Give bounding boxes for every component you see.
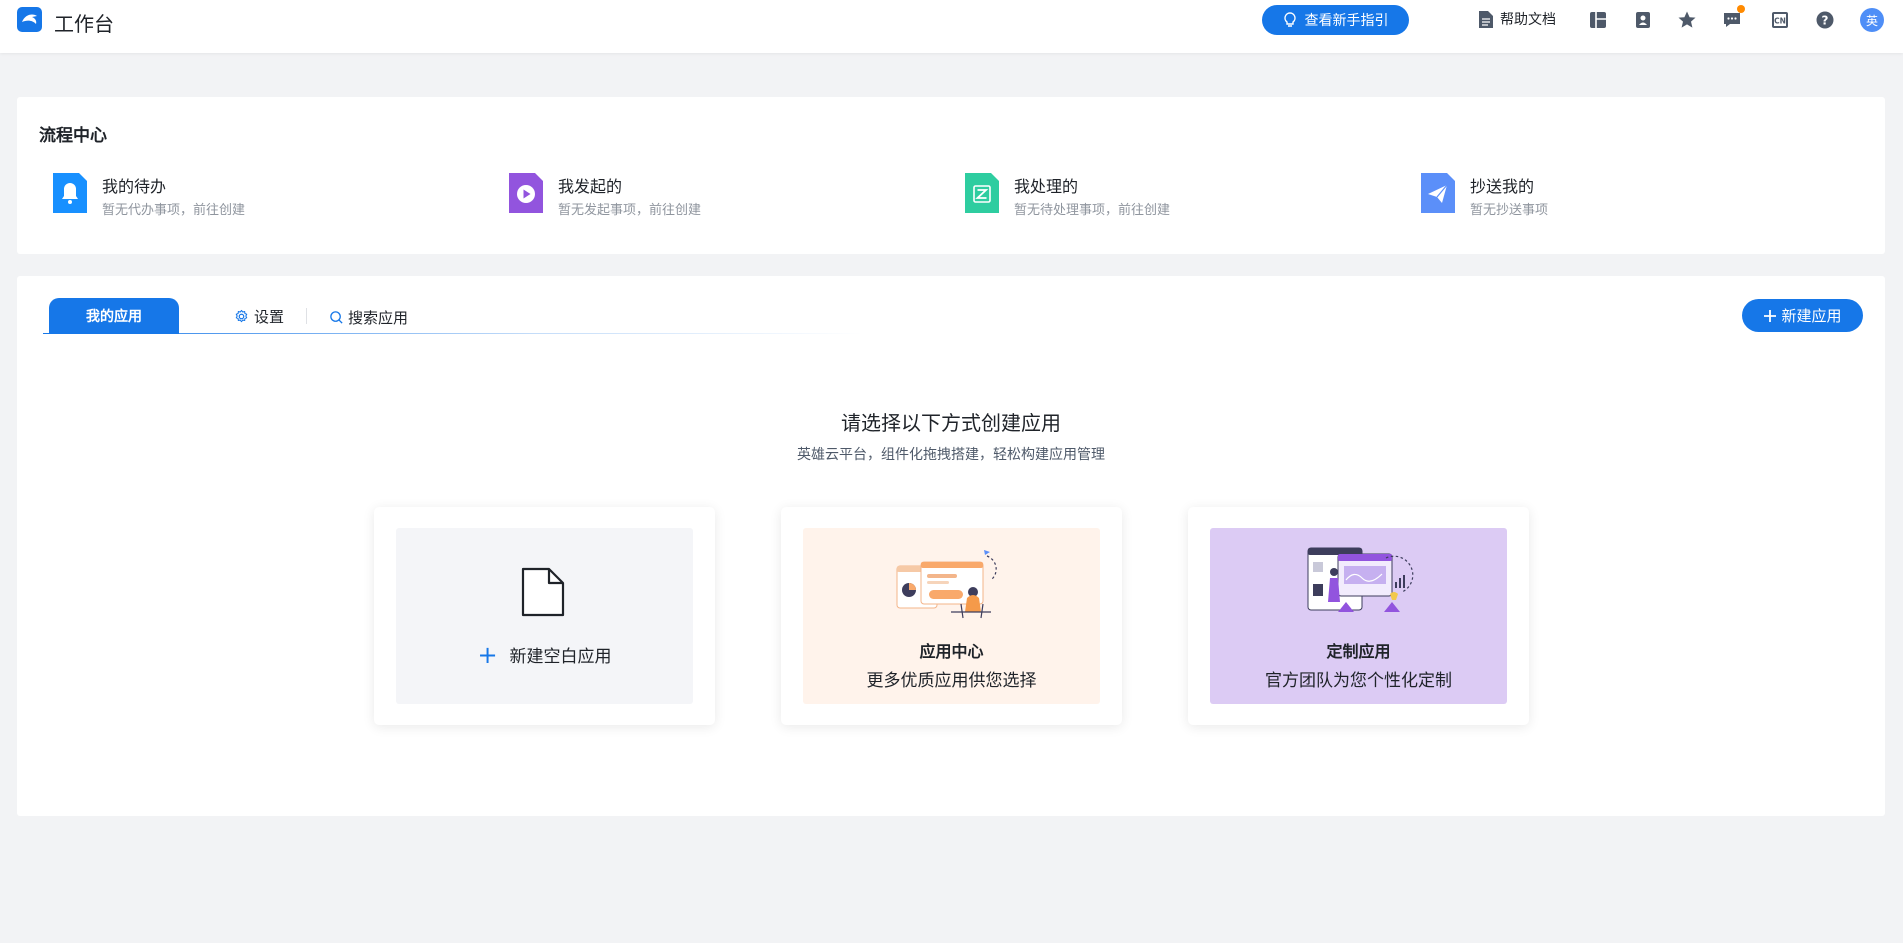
app-center-illustration <box>896 550 997 619</box>
message-icon[interactable] <box>1721 5 1745 31</box>
help-doc-label: 帮助文档 <box>1500 12 1556 28</box>
language-cn-icon[interactable]: CN <box>1769 9 1791 31</box>
svg-text:?: ? <box>1822 14 1829 28</box>
blank-document-icon <box>521 567 565 617</box>
logo-icon[interactable] <box>17 7 42 32</box>
tab-my-apps[interactable]: 我的应用 <box>49 298 179 334</box>
send-icon <box>1421 173 1455 213</box>
app-center-card[interactable]: 应用中心 更多优质应用供您选择 <box>781 507 1122 725</box>
new-blank-app-panel: + 新建空白应用 <box>396 528 693 704</box>
search-apps-label: 搜索应用 <box>348 309 409 327</box>
process-item-label: 我的待办 <box>102 177 167 196</box>
contacts-icon[interactable] <box>1632 9 1654 31</box>
plus-icon <box>1764 309 1777 322</box>
new-blank-app-label: 新建空白应用 <box>509 647 612 667</box>
custom-app-title: 定制应用 <box>1326 642 1391 661</box>
new-blank-app-row: + 新建空白应用 <box>396 640 693 669</box>
process-item-sub: 暂无抄送事项 <box>1470 203 1549 218</box>
app-title: 工作台 <box>54 12 114 36</box>
play-icon <box>509 173 543 213</box>
new-blank-app-card[interactable]: + 新建空白应用 <box>374 507 715 725</box>
create-app-heading: 请选择以下方式创建应用 <box>841 411 1061 435</box>
gear-icon <box>235 309 248 323</box>
notification-dot <box>1737 5 1745 13</box>
search-icon <box>330 311 343 324</box>
process-item-label: 我处理的 <box>1014 177 1079 196</box>
view-guide-button[interactable]: 查看新手指引 <box>1262 5 1409 35</box>
svg-text:CN: CN <box>1774 17 1786 26</box>
bell-icon <box>53 173 87 213</box>
lightbulb-icon <box>1283 12 1296 27</box>
app-center-title: 应用中心 <box>919 642 984 661</box>
app-center-panel: 应用中心 更多优质应用供您选择 <box>803 528 1100 704</box>
process-z-icon <box>965 173 999 213</box>
tab-divider <box>306 308 307 324</box>
document-icon <box>1479 10 1493 28</box>
custom-app-card[interactable]: 定制应用 官方团队为您个性化定制 <box>1188 507 1529 725</box>
tab-settings[interactable]: 设置 <box>234 306 284 327</box>
process-item-label: 我发起的 <box>558 177 623 196</box>
custom-app-panel: 定制应用 官方团队为您个性化定制 <box>1210 528 1507 704</box>
my-apps-card: 我的应用 设置 搜索应用 新建应用 请选择以下方式创建应用 英雄云平台，组件化拖… <box>17 276 1885 816</box>
app-center-desc: 更多优质应用供您选择 <box>866 671 1037 691</box>
process-item-sub: 暂无发起事项，前往创建 <box>558 203 702 218</box>
layout-icon[interactable] <box>1587 9 1609 31</box>
custom-app-illustration <box>1307 547 1414 612</box>
top-header: 工作台 查看新手指引 帮助文档 CN ? 英 <box>0 0 1903 53</box>
star-icon[interactable] <box>1676 9 1698 31</box>
create-app-subheading: 英雄云平台，组件化拖拽搭建，轻松构建应用管理 <box>797 447 1105 463</box>
process-item-sub: 暂无代办事项，前往创建 <box>102 203 246 218</box>
help-icon[interactable]: ? <box>1814 9 1836 31</box>
search-apps[interactable]: 搜索应用 <box>329 307 408 328</box>
process-center-title: 流程中心 <box>39 126 107 146</box>
view-guide-label: 查看新手指引 <box>1304 13 1389 29</box>
user-avatar[interactable]: 英 <box>1860 8 1884 32</box>
process-item-label: 抄送我的 <box>1470 177 1535 196</box>
process-item-sub: 暂无待处理事项，前往创建 <box>1014 203 1171 218</box>
plus-icon: + <box>477 640 498 669</box>
help-doc-link[interactable]: 帮助文档 <box>1478 9 1556 29</box>
new-app-label: 新建应用 <box>1781 307 1842 325</box>
new-app-button[interactable]: 新建应用 <box>1742 299 1863 332</box>
custom-app-desc: 官方团队为您个性化定制 <box>1265 671 1452 691</box>
settings-label: 设置 <box>254 308 285 326</box>
process-center-card: 流程中心 我的待办 暂无代办事项，前往创建 我发起的 暂无发起事项，前往创建 我… <box>17 97 1885 254</box>
